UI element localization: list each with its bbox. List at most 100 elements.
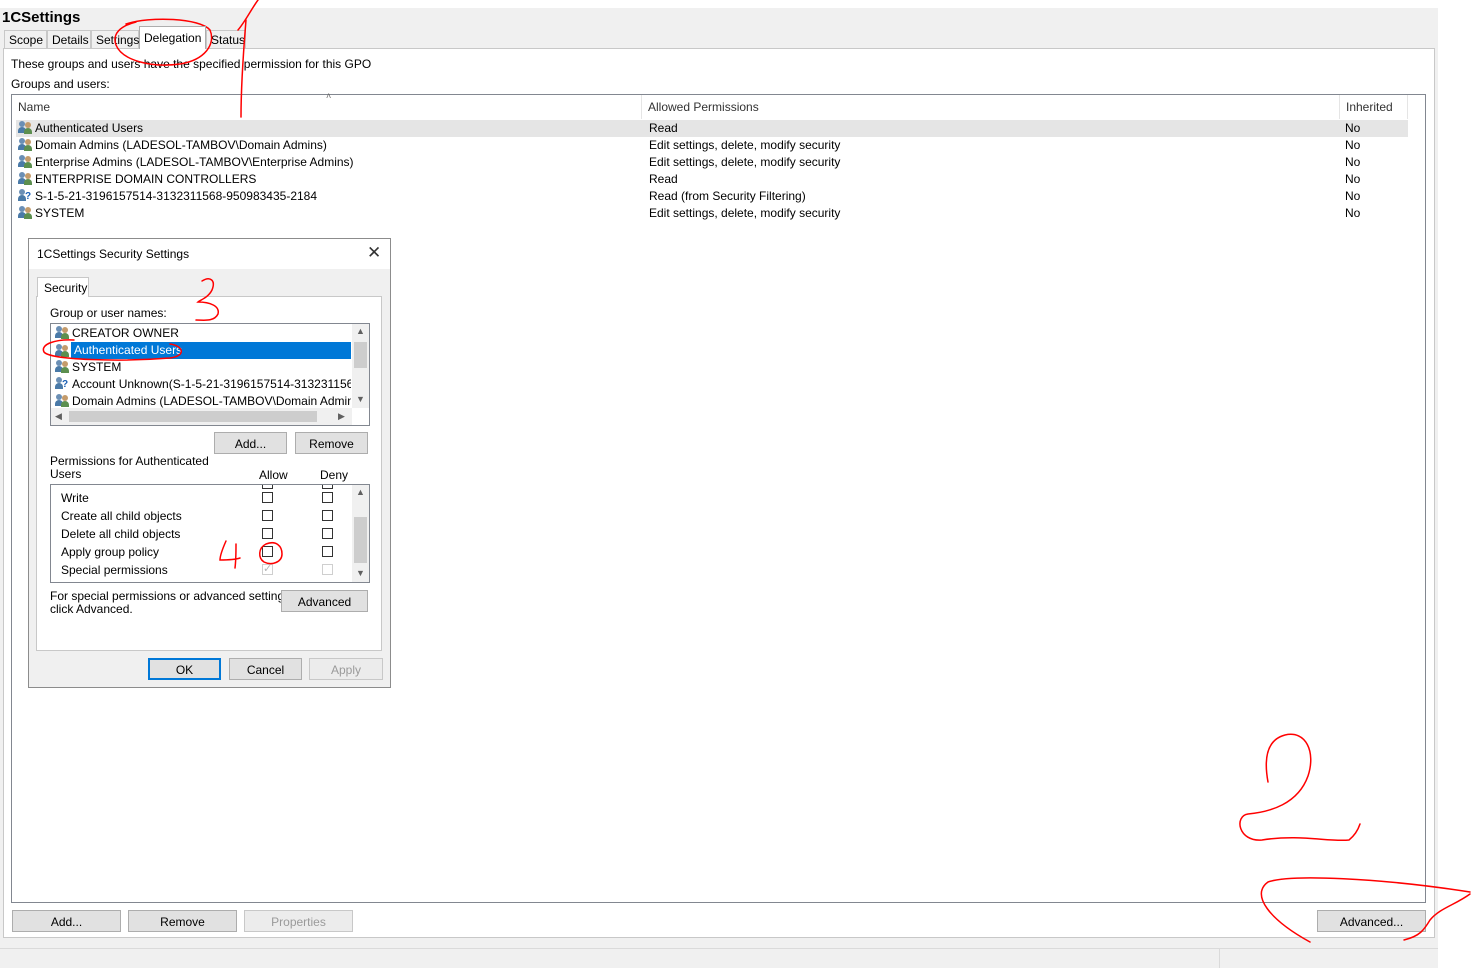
scroll-thumb[interactable]: [354, 517, 367, 563]
advanced-button[interactable]: Advanced...: [1317, 910, 1426, 932]
table-row[interactable]: Domain Admins (LADESOL-TAMBOV\Domain Adm…: [16, 137, 1408, 154]
permission-label-create-child: Create all child objects: [61, 509, 182, 523]
row-name-text: Authenticated Users: [35, 121, 144, 135]
groups-and-users-label: Groups and users:: [11, 77, 110, 91]
list-item-label: SYSTEM: [72, 360, 122, 374]
dialog-advanced-button[interactable]: Advanced: [281, 590, 368, 612]
deny-write-checkbox[interactable]: [322, 492, 333, 503]
table-row[interactable]: ? S-1-5-21-3196157514-3132311568-95098343…: [16, 188, 1408, 205]
ok-button[interactable]: OK: [148, 658, 221, 680]
row-name-text: SYSTEM: [35, 206, 85, 220]
group-icon: [18, 155, 32, 168]
tab-status[interactable]: Status: [206, 30, 246, 48]
allow-column-header: Allow: [259, 468, 288, 482]
allow-checkbox-hidden[interactable]: [262, 485, 273, 489]
permissions-for-label: Permissions for Authenticated Users: [50, 455, 209, 481]
row-inherited: No: [1345, 189, 1361, 203]
row-name-text: S-1-5-21-3196157514-3132311568-950983435…: [35, 189, 318, 203]
dialog-titlebar: 1CSettings Security Settings ✕: [29, 239, 390, 269]
group-icon: [18, 121, 32, 134]
scroll-down-icon[interactable]: ▼: [356, 568, 365, 578]
deny-create-child-checkbox[interactable]: [322, 510, 333, 521]
deny-special-checkbox: [322, 564, 333, 575]
table-row[interactable]: ENTERPRISE DOMAIN CONTROLLERS Read No: [16, 171, 1408, 188]
list-item[interactable]: SYSTEM: [55, 359, 351, 376]
group-icon: [55, 326, 69, 339]
advanced-note: For special permissions or advanced sett…: [50, 590, 293, 616]
scroll-left-icon[interactable]: ◀: [55, 411, 62, 422]
sort-ascending-icon: ˄: [326, 91, 332, 101]
permissions-vertical-scrollbar[interactable]: ▲ ▼: [352, 485, 369, 582]
list-item[interactable]: CREATOR OWNER: [55, 325, 351, 342]
list-item-label: CREATOR OWNER: [72, 326, 179, 340]
row-permission: Read (from Security Filtering): [649, 189, 806, 203]
row-permission: Read: [649, 121, 678, 135]
row-permission: Edit settings, delete, modify security: [649, 138, 841, 152]
names-horizontal-scrollbar[interactable]: ◀ ▶: [51, 408, 352, 425]
allow-apply-group-policy-checkbox[interactable]: [262, 546, 273, 557]
row-name: ENTERPRISE DOMAIN CONTROLLERS: [18, 171, 256, 188]
list-item[interactable]: ? Account Unknown(S-1-5-21-3196157514-313…: [55, 376, 351, 393]
gpo-title: 1CSettings: [2, 9, 81, 26]
delegation-description: These groups and users have the specifie…: [11, 57, 372, 71]
scroll-up-icon[interactable]: ▲: [356, 487, 365, 497]
table-row[interactable]: Authenticated Users Read No: [16, 120, 1408, 137]
tab-delegation[interactable]: Delegation: [139, 26, 206, 49]
cancel-button[interactable]: Cancel: [229, 658, 302, 680]
properties-button[interactable]: Properties: [244, 910, 353, 932]
permission-label-special: Special permissions: [61, 563, 168, 577]
scroll-right-icon[interactable]: ▶: [338, 411, 345, 422]
tab-security[interactable]: Security: [37, 277, 89, 297]
list-item-label: Authenticated Users: [74, 343, 183, 357]
row-name: Authenticated Users: [18, 120, 143, 137]
row-permission: Read: [649, 172, 678, 186]
tab-details[interactable]: Details: [47, 30, 91, 48]
allow-create-child-checkbox[interactable]: [262, 510, 273, 521]
allow-delete-child-checkbox[interactable]: [262, 528, 273, 539]
table-row[interactable]: SYSTEM Edit settings, delete, modify sec…: [16, 205, 1408, 222]
list-item-selected[interactable]: Authenticated Users: [71, 342, 351, 359]
column-header-inherited[interactable]: Inherited: [1340, 95, 1408, 119]
scroll-thumb[interactable]: [69, 411, 317, 422]
dialog-remove-button[interactable]: Remove: [295, 432, 368, 454]
scroll-down-icon[interactable]: ▼: [356, 394, 365, 404]
row-permission: Edit settings, delete, modify security: [649, 206, 841, 220]
security-settings-dialog: 1CSettings Security Settings ✕ Security …: [28, 238, 391, 688]
table-row[interactable]: Enterprise Admins (LADESOL-TAMBOV\Enterp…: [16, 154, 1408, 171]
tab-settings[interactable]: Settings: [91, 30, 139, 48]
status-bar: [0, 948, 1438, 968]
status-bar-divider: [1219, 949, 1220, 968]
allow-write-checkbox[interactable]: [262, 492, 273, 503]
apply-button[interactable]: Apply: [309, 658, 383, 680]
deny-checkbox-hidden[interactable]: [322, 485, 333, 489]
row-name: SYSTEM: [18, 205, 84, 222]
group-icon: [18, 172, 32, 185]
row-inherited: No: [1345, 155, 1361, 169]
names-vertical-scrollbar[interactable]: ▲ ▼: [352, 324, 369, 408]
row-inherited: No: [1345, 121, 1361, 135]
column-header-allowed-permissions[interactable]: Allowed Permissions: [642, 95, 1340, 119]
permission-label-write: Write: [61, 491, 89, 505]
list-item-label: Account Unknown(S-1-5-21-3196157514-3132…: [72, 377, 351, 391]
row-name-text: Domain Admins (LADESOL-TAMBOV\Domain Adm…: [35, 138, 327, 152]
row-inherited: No: [1345, 138, 1361, 152]
row-name-text: Enterprise Admins (LADESOL-TAMBOV\Enterp…: [35, 155, 354, 169]
row-permission: Edit settings, delete, modify security: [649, 155, 841, 169]
scroll-up-icon[interactable]: ▲: [356, 326, 365, 336]
allow-special-checkbox: [262, 562, 273, 575]
deny-apply-group-policy-checkbox[interactable]: [322, 546, 333, 557]
tab-scope[interactable]: Scope: [4, 30, 47, 48]
row-name: Domain Admins (LADESOL-TAMBOV\Domain Adm…: [18, 137, 327, 154]
close-icon[interactable]: ✕: [367, 243, 381, 263]
deny-delete-child-checkbox[interactable]: [322, 528, 333, 539]
row-inherited: No: [1345, 206, 1361, 220]
add-button[interactable]: Add...: [12, 910, 121, 932]
scroll-thumb[interactable]: [354, 342, 367, 368]
permission-label-apply-group-policy: Apply group policy: [61, 545, 160, 559]
advanced-note-line2: click Advanced.: [50, 602, 133, 616]
remove-button[interactable]: Remove: [128, 910, 237, 932]
group-user-names-list[interactable]: CREATOR OWNER Authenticated Users SYSTEM…: [50, 323, 370, 426]
permissions-list[interactable]: Write Create all child objects Delete al…: [50, 484, 370, 583]
dialog-add-button[interactable]: Add...: [214, 432, 287, 454]
dialog-title: 1CSettings Security Settings: [37, 247, 190, 261]
